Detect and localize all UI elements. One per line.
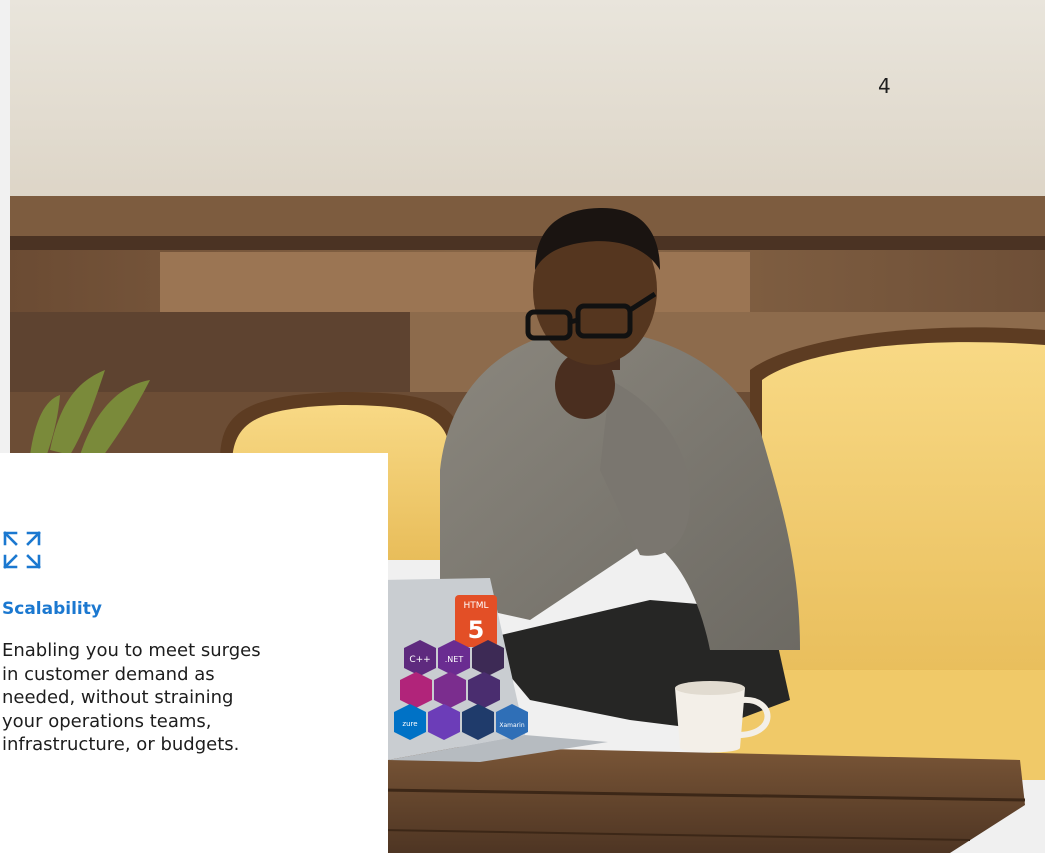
sticker-html-label: HTML (463, 601, 488, 611)
feature-description: Enabling you to meet surges in customer … (2, 639, 332, 757)
sticker-xamarin-label: Xamarin (499, 722, 524, 729)
feature-description-line: Enabling you to meet surges (2, 640, 261, 661)
expand-arrows-icon (3, 531, 41, 569)
document-page: HTML 5 C++ .NET zure Xamarin 4 Scalabili… (0, 0, 1045, 853)
feature-description-line: needed, without straining (2, 687, 234, 709)
page-number: 4 (878, 74, 891, 98)
feature-title: Scalability (2, 599, 102, 619)
feature-description-line: your operations teams, (2, 710, 212, 732)
sticker-cpp-label: C++ (409, 655, 430, 665)
sticker-five-label: 5 (468, 616, 485, 644)
sticker-dotnet-label: .NET (445, 655, 464, 664)
feature-description-line: in customer demand as (2, 663, 215, 685)
feature-description-line: infrastructure, or budgets. (2, 734, 240, 756)
sticker-azure-label: zure (402, 720, 417, 728)
